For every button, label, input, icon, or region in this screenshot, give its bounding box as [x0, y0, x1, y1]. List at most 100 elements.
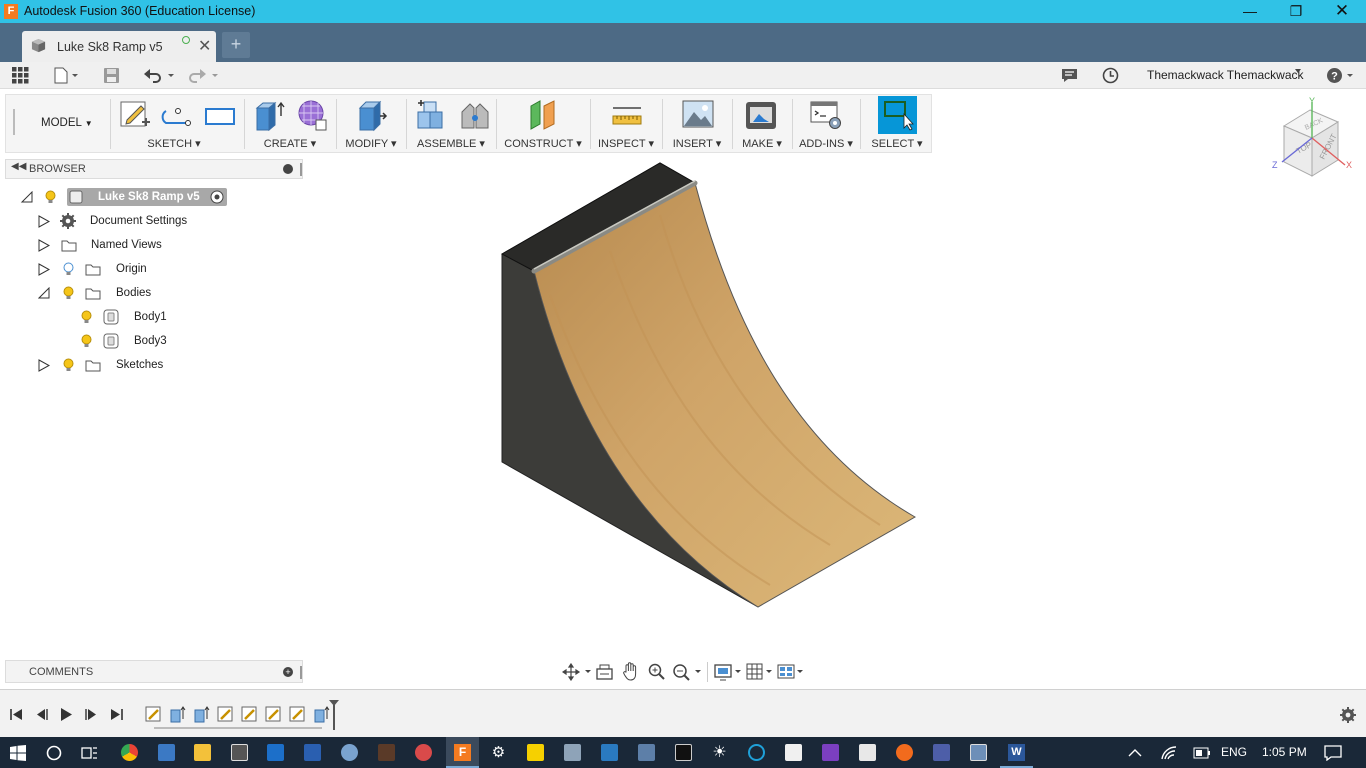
add-ins-group[interactable]: ADD-INS ▾ — [796, 95, 856, 152]
undo-icon[interactable] — [143, 68, 176, 83]
pan-hand-icon[interactable] — [622, 662, 639, 681]
ramp-wood-surface[interactable] — [533, 182, 917, 608]
visibility-bulb-icon[interactable] — [45, 190, 56, 205]
redo-icon[interactable] — [187, 68, 220, 83]
display-settings-icon[interactable] — [714, 663, 742, 681]
select-tool-button[interactable] — [878, 96, 917, 134]
rectangle-icon[interactable] — [203, 98, 237, 132]
battery-icon[interactable] — [1193, 747, 1211, 759]
job-status-icon[interactable] — [1102, 67, 1119, 84]
modify-menu[interactable]: MODIFY ▾ — [340, 137, 402, 150]
wifi-icon[interactable] — [1160, 745, 1178, 761]
toolbar-grip[interactable] — [13, 109, 15, 135]
timeline-sketch-feature-icon[interactable] — [289, 705, 307, 723]
task-view-icon[interactable] — [81, 745, 98, 761]
action-center-icon[interactable] — [1324, 745, 1342, 761]
timeline-sketch-feature-icon[interactable] — [241, 705, 259, 723]
comments-panel-header[interactable]: COMMENTS + — [5, 660, 303, 683]
browser-item-sketches[interactable]: Sketches — [38, 355, 198, 375]
browser-item-origin[interactable]: Origin — [38, 259, 198, 279]
app-taskbar-icon[interactable] — [601, 744, 618, 761]
file-explorer-taskbar-icon[interactable] — [194, 744, 211, 761]
help-icon[interactable]: ? — [1326, 67, 1354, 84]
workspace-switcher[interactable]: MODEL ▼ — [41, 117, 93, 129]
settings-gear-taskbar-icon[interactable]: ⚙ — [490, 744, 507, 761]
cortana-search-icon[interactable] — [46, 745, 62, 761]
clock[interactable]: 1:05 PM — [1262, 745, 1307, 759]
language-indicator[interactable]: ENG — [1221, 745, 1247, 759]
app-taskbar-icon[interactable] — [970, 744, 987, 761]
form-icon[interactable] — [294, 98, 328, 132]
collapsed-triangle-icon[interactable] — [38, 239, 50, 252]
browser-pin-icon[interactable] — [283, 164, 293, 174]
close-tab-icon[interactable]: ✕ — [198, 36, 211, 56]
joint-icon[interactable] — [458, 98, 492, 132]
expanded-triangle-icon[interactable] — [20, 191, 34, 203]
add-ins-menu[interactable]: ADD-INS ▾ — [796, 137, 856, 150]
media-taskbar-icon[interactable] — [378, 744, 395, 761]
windows-start-icon[interactable] — [10, 745, 26, 761]
file-menu-icon[interactable] — [53, 67, 81, 84]
insert-image-icon[interactable] — [681, 98, 715, 132]
visibility-bulb-icon[interactable] — [81, 334, 92, 349]
browser-root-node[interactable]: Luke Sk8 Ramp v5 — [20, 187, 240, 207]
extrude-icon[interactable] — [251, 98, 285, 132]
activate-component-icon[interactable] — [210, 190, 224, 204]
offset-plane-icon[interactable] — [526, 98, 560, 132]
grid-snaps-icon[interactable] — [746, 663, 774, 681]
minimize-button[interactable]: — — [1227, 0, 1273, 23]
create-group[interactable]: CREATE ▾ — [248, 95, 332, 152]
browser-resize-handle[interactable] — [300, 163, 302, 176]
step-back-icon[interactable] — [34, 707, 49, 722]
mail-taskbar-icon[interactable] — [859, 744, 876, 761]
visibility-bulb-off-icon[interactable] — [63, 262, 74, 277]
line-icon[interactable] — [160, 98, 194, 132]
browser-item-bodies[interactable]: Bodies — [38, 283, 198, 303]
sketch-menu[interactable]: SKETCH ▾ — [111, 137, 237, 150]
make-menu[interactable]: MAKE ▾ — [736, 137, 788, 150]
app-taskbar-icon[interactable] — [748, 744, 765, 761]
visibility-bulb-icon[interactable] — [81, 310, 92, 325]
brightness-sun-taskbar-icon[interactable]: ☀ — [711, 744, 728, 761]
visibility-bulb-icon[interactable] — [63, 286, 74, 301]
browser-item-named-views[interactable]: Named Views — [38, 235, 198, 255]
browser-panel-header[interactable]: ◀◀ BROWSER — [5, 159, 303, 179]
insert-group[interactable]: INSERT ▾ — [666, 95, 728, 152]
user-menu-chevron-down-icon[interactable] — [1295, 69, 1301, 73]
step-forward-icon[interactable] — [84, 707, 99, 722]
timeline-sketch-feature-icon[interactable] — [145, 705, 163, 723]
create-sketch-icon[interactable] — [118, 98, 152, 132]
construct-menu[interactable]: CONSTRUCT ▾ — [500, 137, 586, 150]
zoom-icon[interactable] — [648, 663, 665, 681]
viewcube[interactable]: TOP FRONT BACK Y X Z — [1268, 96, 1358, 182]
inspect-menu[interactable]: INSPECT ▾ — [594, 137, 658, 150]
twitch-taskbar-icon[interactable] — [822, 744, 839, 761]
user-account-menu[interactable]: Themackwack Themackwack — [1147, 68, 1304, 82]
photos-taskbar-icon[interactable] — [564, 744, 581, 761]
go-to-end-icon[interactable] — [109, 707, 124, 722]
notifications-icon[interactable] — [1061, 68, 1078, 83]
app-grid-icon[interactable] — [11, 66, 30, 85]
collapsed-triangle-icon[interactable] — [38, 263, 50, 276]
look-at-icon[interactable] — [596, 663, 613, 681]
select-menu[interactable]: SELECT ▾ — [864, 137, 930, 150]
document-tab[interactable]: Luke Sk8 Ramp v5 ✕ — [22, 31, 216, 62]
browser-item-document-settings[interactable]: Document Settings — [38, 211, 198, 231]
calculator-taskbar-icon[interactable] — [231, 744, 248, 761]
browser-item-body1[interactable]: Body1 — [80, 307, 190, 327]
app-taskbar-icon[interactable] — [896, 744, 913, 761]
chrome-taskbar-icon[interactable] — [121, 744, 138, 761]
ramp-3d-model[interactable] — [490, 155, 930, 615]
messaging-taskbar-icon[interactable] — [267, 744, 284, 761]
make-group[interactable]: MAKE ▾ — [736, 95, 788, 152]
collapse-browser-icon[interactable]: ◀◀ — [11, 161, 26, 172]
scripts-addins-icon[interactable] — [809, 98, 843, 132]
construct-group[interactable]: CONSTRUCT ▾ — [500, 95, 586, 152]
visibility-bulb-icon[interactable] — [63, 358, 74, 373]
measure-icon[interactable] — [610, 98, 644, 132]
assemble-menu[interactable]: ASSEMBLE ▾ — [410, 137, 492, 150]
inspect-group[interactable]: INSPECT ▾ — [594, 95, 658, 152]
go-to-start-icon[interactable] — [9, 707, 24, 722]
modify-group[interactable]: MODIFY ▾ — [340, 95, 402, 152]
sticky-notes-taskbar-icon[interactable] — [527, 744, 544, 761]
